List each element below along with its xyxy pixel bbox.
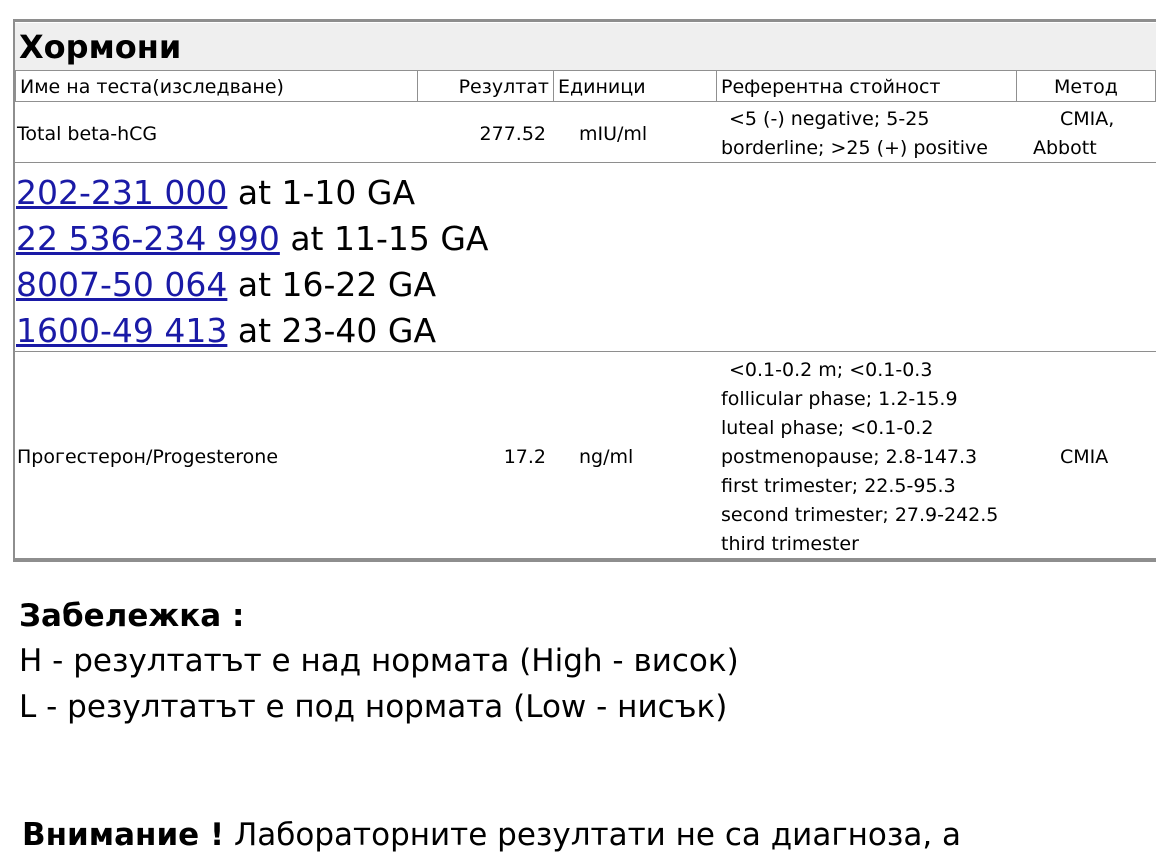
column-header-test-name: Име на теста(изследване) — [15, 70, 418, 102]
hcg-range-row: 202-231 000 at 1-10 GA — [16, 170, 489, 216]
warning-body: Лабораторните резултати не са диагноза, … — [224, 817, 962, 853]
hcg-range-link[interactable]: 22 536-234 990 — [16, 219, 280, 258]
warning-label: Внимание ! — [22, 817, 225, 853]
note-line-high: H - резултатът е над нормата (High - вис… — [19, 643, 739, 679]
hcg-range-row: 1600-49 413 at 23-40 GA — [16, 308, 489, 354]
hcg-range-suffix: at 1-10 GA — [227, 173, 416, 212]
reference-line: <5 (-) negative; 5-25 — [729, 108, 930, 130]
units-beta-hcg: mIU/ml — [579, 123, 648, 145]
reference-line: borderline; >25 (+) positive — [721, 137, 988, 159]
note-line-low: L - резултатът е под нормата (Low - нисъ… — [19, 689, 728, 725]
note-block: Забележка : H - резултатът е над нормата… — [19, 594, 739, 730]
test-name-beta-hcg: Total beta-hCG — [17, 123, 158, 145]
warning-text: Внимание ! Лабораторните резултати не са… — [22, 815, 961, 855]
reference-line: second trimester; 27.9-242.5 — [721, 504, 999, 526]
column-header-result: Резултат — [417, 70, 554, 102]
reference-line: <0.1-0.2 m; <0.1-0.3 — [729, 359, 933, 381]
hcg-range-suffix: at 23-40 GA — [227, 311, 437, 350]
reference-line: first trimester; 22.5-95.3 — [721, 475, 956, 497]
hcg-range-suffix: at 16-22 GA — [227, 265, 437, 304]
reference-beta-hcg: <5 (-) negative; 5-25 borderline; >25 (+… — [721, 105, 988, 163]
hcg-range-row: 22 536-234 990 at 11-15 GA — [16, 216, 489, 262]
units-progesterone: ng/ml — [579, 446, 634, 468]
method-beta-hcg: CMIA, Abbott — [1033, 105, 1156, 163]
row-divider — [15, 351, 1156, 352]
hcg-range-link[interactable]: 202-231 000 — [16, 173, 227, 212]
note-title: Забележка : — [19, 598, 245, 634]
reference-line: luteal phase; <0.1-0.2 — [721, 417, 934, 439]
method-line: CMIA, — [1060, 108, 1115, 130]
test-name-progesterone: Прогестерон/Progesterone — [17, 446, 279, 468]
hcg-range-link[interactable]: 1600-49 413 — [16, 311, 227, 350]
reference-line: follicular phase; 1.2-15.9 — [721, 388, 958, 410]
row-divider — [15, 162, 1156, 163]
method-line: Abbott — [1033, 137, 1097, 159]
hcg-range-link[interactable]: 8007-50 064 — [16, 265, 227, 304]
hcg-range-suffix: at 11-15 GA — [279, 219, 489, 258]
column-header-units: Единици — [553, 70, 717, 102]
hcg-ranges-list: 202-231 000 at 1-10 GA 22 536-234 990 at… — [16, 170, 489, 354]
column-header-reference: Референтна стойност — [716, 70, 1017, 102]
section-title: Хормони — [15, 23, 1156, 70]
reference-progesterone: <0.1-0.2 m; <0.1-0.3 follicular phase; 1… — [721, 356, 998, 559]
result-beta-hcg: 277.52 — [479, 123, 546, 145]
column-header-method: Метод — [1016, 70, 1156, 102]
reference-line: third trimester — [721, 533, 859, 555]
hcg-range-row: 8007-50 064 at 16-22 GA — [16, 262, 489, 308]
reference-line: postmenopause; 2.8-147.3 — [721, 446, 978, 468]
method-progesterone: CMIA — [1060, 446, 1109, 468]
result-progesterone: 17.2 — [503, 446, 546, 468]
